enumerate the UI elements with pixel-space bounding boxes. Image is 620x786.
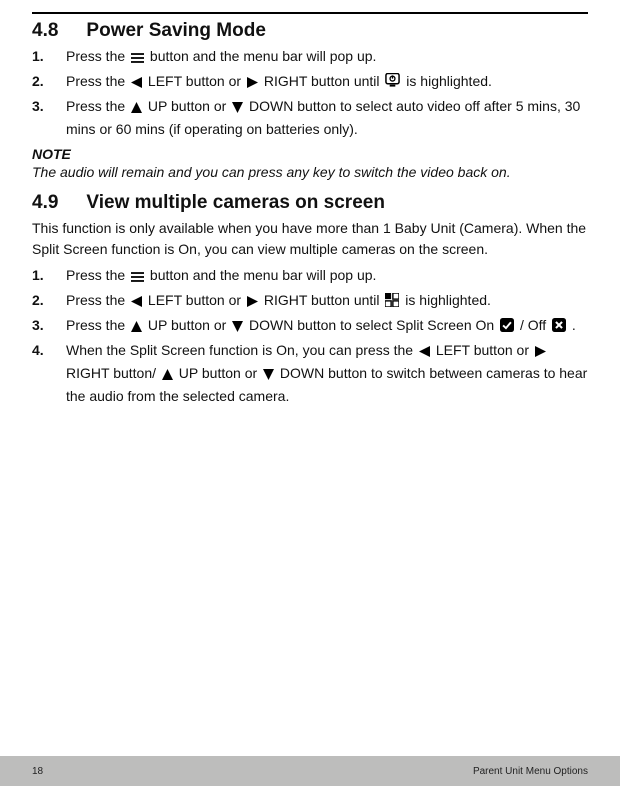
step-1: Press the button and the menu bar will p… xyxy=(32,265,588,288)
left-arrow-icon xyxy=(131,292,142,313)
check-on-icon xyxy=(500,317,514,338)
note-body: The audio will remain and you can press … xyxy=(32,162,588,182)
up-arrow-icon xyxy=(131,317,142,338)
up-arrow-icon xyxy=(162,365,173,386)
menu-icon xyxy=(131,267,144,288)
left-arrow-icon xyxy=(419,342,430,363)
split-screen-icon xyxy=(385,292,399,313)
section-4-9-header: 4.9 View multiple cameras on screen xyxy=(32,192,588,214)
left-arrow-icon xyxy=(131,73,142,94)
right-arrow-icon xyxy=(247,292,258,313)
power-saving-icon xyxy=(385,73,400,94)
section-number: 4.9 xyxy=(32,192,58,214)
section-4-9-steps: Press the button and the menu bar will p… xyxy=(32,265,588,407)
section-4-9-intro: This function is only available when you… xyxy=(32,218,588,259)
note-heading: NOTE xyxy=(32,146,588,162)
page-number: 18 xyxy=(32,766,43,777)
x-off-icon xyxy=(552,317,566,338)
section-4-8-steps: Press the button and the menu bar will p… xyxy=(32,46,588,140)
down-arrow-icon xyxy=(263,365,274,386)
section-title: Power Saving Mode xyxy=(86,20,265,42)
right-arrow-icon xyxy=(247,73,258,94)
step-3: Press the UP button or DOWN button to se… xyxy=(32,96,588,140)
down-arrow-icon xyxy=(232,317,243,338)
right-arrow-icon xyxy=(535,342,546,363)
section-4-8-header: 4.8 Power Saving Mode xyxy=(32,20,588,42)
footer-label: Parent Unit Menu Options xyxy=(473,766,588,777)
up-arrow-icon xyxy=(131,98,142,119)
section-title: View multiple cameras on screen xyxy=(86,192,385,214)
step-2: Press the LEFT button or RIGHT button un… xyxy=(32,71,588,94)
section-number: 4.8 xyxy=(32,20,58,42)
step-2: Press the LEFT button or RIGHT button un… xyxy=(32,290,588,313)
page-footer: 18 Parent Unit Menu Options xyxy=(0,756,620,786)
down-arrow-icon xyxy=(232,98,243,119)
menu-icon xyxy=(131,48,144,69)
step-1: Press the button and the menu bar will p… xyxy=(32,46,588,69)
step-4: When the Split Screen function is On, yo… xyxy=(32,340,588,407)
step-3: Press the UP button or DOWN button to se… xyxy=(32,315,588,338)
